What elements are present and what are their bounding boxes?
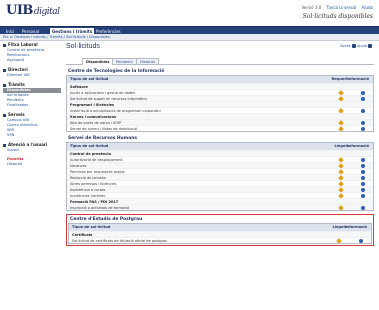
table-header: Tipus de sol·licitud Requerir Informació [67,76,373,83]
row-label: Inscripció a activitats de formació [70,206,130,210]
bullet-icon [3,43,6,47]
column-info: Informació [347,144,369,148]
page-subtitle: Sol·licituds disponibles [302,13,373,20]
print-icon[interactable] [351,44,356,48]
access-link[interactable]: Accés [340,44,350,48]
request-table: Tipus de sol·licitud Requerir Informació So… [66,75,374,132]
column-type: Tipus de sol·licitud [70,77,109,81]
top-header: UIBdigital Versió 3.0 Tanca la sessió Aj… [0,0,379,26]
sidebar-heading-label: Fitxa Laboral [8,42,38,47]
sidebar: Fitxa Laboral Control de presència Retribu… [3,42,61,171]
version-label: Versió 3.0 [301,5,322,10]
sidebar-item[interactable]: Directori UIB [3,73,61,78]
subtab-historial[interactable]: Historial [136,58,159,65]
bullet-icon [3,83,6,87]
row-label: Sol·licitud de certificats de titulació … [72,239,168,243]
uib-digital-logo[interactable]: UIBdigital [6,3,60,18]
sidebar-extra: Favorits Historial [3,157,61,167]
info-icon[interactable] [359,239,363,243]
table-row[interactable]: Sol·licitud de certificats de titulació … [69,237,371,243]
pencil-icon[interactable] [338,205,344,210]
sidebar-heading-label: Tràmits [8,82,25,87]
sidebar-item[interactable]: Finalitzades [3,103,61,108]
help-icon[interactable] [368,44,372,48]
sidebar-item[interactable]: VPN [3,133,61,138]
section-title: Centre d'Estudis de Postgrau [70,217,143,222]
page-actions: Accés Ajuda [340,44,372,48]
sidebar-extra-item[interactable]: Historial [3,162,61,167]
info-icon[interactable] [361,206,365,210]
column-type: Tipus de sol·licitud [72,225,111,229]
bullet-icon [3,68,6,72]
sidebar-section: Directori Directori UIB [3,67,61,78]
table-row[interactable]: Inscripció a activitats de formació [67,204,373,210]
subtabs: Disponibles Pendents Historial [66,57,374,65]
sidebar-section: Fitxa Laboral Control de presència Retribu… [3,42,61,63]
request-table: Tipus de sol·licitud Llegeix Informació Cer… [68,223,372,244]
section-title: Servei de Recursos Humans [68,136,137,141]
sidebar-section: Serveis Campus UIB Correu electrònic WiFi VP… [3,112,61,138]
sidebar-section: Tràmits Disponibles Sol·licitades Pendents F… [3,82,61,108]
sidebar-item[interactable]: Avaluació [3,58,61,63]
subtab-pendents[interactable]: Pendents [112,58,137,65]
column-info: Informació [345,225,367,229]
info-icon[interactable] [361,127,365,131]
request-table: Tipus de sol·licitud Llegeix Informació Con… [66,142,374,211]
pencil-icon[interactable] [338,126,344,131]
request-section: Servei de Recursos Humans Tipus de sol·li… [66,135,374,211]
column-info: Informació [347,77,369,81]
help-action-link[interactable]: Ajuda [357,44,367,48]
top-links: Versió 3.0 Tanca la sessió Ajuda [297,5,373,10]
request-section: Centre de Tecnologies de la Informació Ti… [66,68,374,132]
table-header: Tipus de sol·licitud Llegeix Informació [67,143,373,150]
column-type: Tipus de sol·licitud [70,144,109,148]
main-navbar: Inici Personal Gestions i tràmits Prefer… [0,26,379,35]
request-section: Centre d'Estudis de Postgrau Tipus de sol… [66,214,374,246]
page-title: Sol·licituds [66,43,100,50]
subtab-disponibles[interactable]: Disponibles [82,58,114,65]
help-link[interactable]: Ajuda [362,5,373,10]
section-title: Centre de Tecnologies de la Informació [68,69,165,74]
sidebar-heading-label: Atenció a l'usuari [8,142,48,147]
sidebar-item[interactable]: Suport [3,148,61,153]
sidebar-section: Atenció a l'usuari Suport [3,142,61,153]
breadcrumb[interactable]: Ets a: Gestions i tràmits / Tràmits / So… [0,34,379,41]
table-row[interactable]: Servei de correu i llistes de distribuci… [67,125,373,131]
logout-link[interactable]: Tanca la sessió [327,5,357,10]
sidebar-heading-label: Directori [8,67,28,72]
row-label: Servei de correu i llistes de distribuci… [70,127,137,131]
table-header: Tipus de sol·licitud Llegeix Informació [69,224,371,231]
bullet-icon [3,113,6,117]
main-content: Sol·licituds Accés Ajuda Disponibles Pen… [66,42,374,246]
bullet-icon [3,143,6,147]
sidebar-heading-label: Serveis [8,112,25,117]
pencil-icon[interactable] [336,238,342,243]
